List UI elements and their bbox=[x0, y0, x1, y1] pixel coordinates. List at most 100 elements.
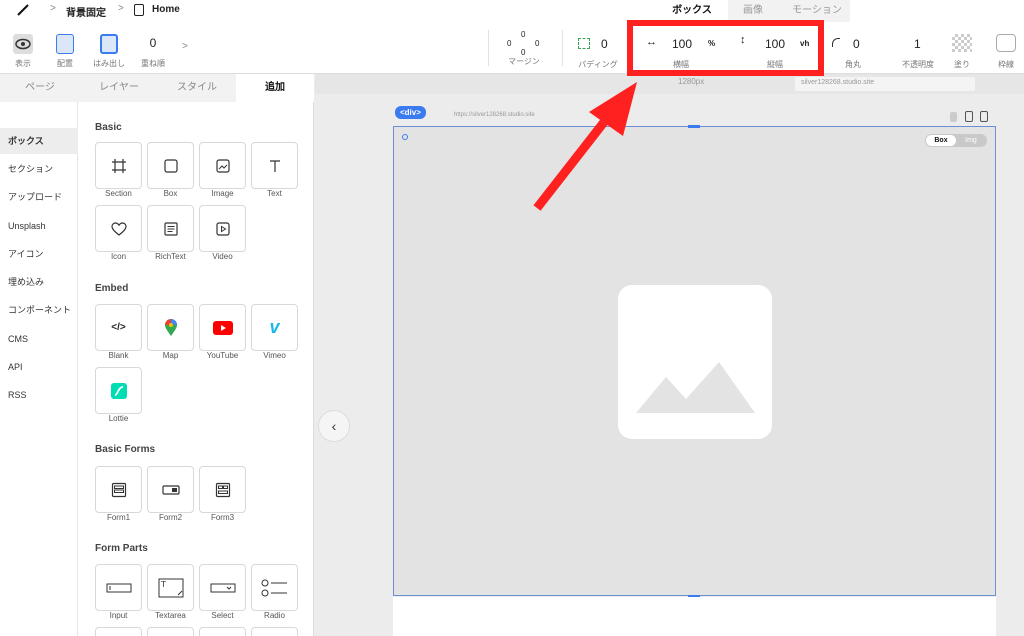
margin-right[interactable]: 0 bbox=[535, 39, 539, 48]
tab-image[interactable]: 画像 bbox=[728, 0, 778, 22]
section-title-form-parts: Form Parts bbox=[95, 543, 148, 554]
add-richtext[interactable]: RichText bbox=[147, 205, 194, 261]
tile-label: YouTube bbox=[206, 351, 239, 360]
category-section[interactable]: セクション bbox=[0, 156, 78, 182]
fill-swatch[interactable] bbox=[952, 34, 972, 52]
category-upload[interactable]: アップロード bbox=[0, 184, 78, 210]
form-icon bbox=[95, 466, 142, 513]
home-page-icon bbox=[134, 4, 144, 16]
add-box[interactable]: Box bbox=[147, 142, 194, 198]
tile-label: Blank bbox=[108, 351, 129, 360]
add-form3[interactable]: Form3 bbox=[199, 466, 246, 522]
section-title-embed: Embed bbox=[95, 283, 129, 294]
ruler-url: silver128268.studio.site bbox=[795, 77, 975, 91]
highlight-arrow bbox=[525, 78, 645, 218]
tab-motion[interactable]: モーション bbox=[778, 0, 856, 22]
zorder-control[interactable]: 0 重ね順 bbox=[138, 36, 168, 69]
category-api[interactable]: API bbox=[0, 354, 78, 380]
map-pin-icon bbox=[147, 304, 194, 351]
add-icon[interactable]: Icon bbox=[95, 205, 142, 261]
tile-label: Icon bbox=[110, 252, 127, 261]
youtube-icon bbox=[199, 304, 246, 351]
add-map[interactable]: Map bbox=[147, 304, 194, 360]
tab-box[interactable]: ボックス bbox=[656, 0, 728, 22]
category-box[interactable]: ボックス bbox=[0, 128, 78, 154]
border-swatch[interactable] bbox=[996, 34, 1016, 52]
category-component[interactable]: コンポーネント bbox=[0, 297, 78, 323]
placement-icon bbox=[56, 34, 74, 54]
add-form2[interactable]: Form2 bbox=[147, 466, 194, 522]
tab-page[interactable]: ページ bbox=[0, 74, 80, 102]
tile-label: Image bbox=[211, 189, 234, 198]
padding-label: パディング bbox=[578, 60, 618, 69]
fill-label: 塗り bbox=[954, 60, 970, 69]
chevron-left-icon: ‹ bbox=[331, 418, 337, 434]
canvas-ruler: 1280px silver128268.studio.site bbox=[315, 74, 1024, 94]
overflow-control[interactable]: はみ出し bbox=[92, 34, 126, 69]
zorder-label: 重ね順 bbox=[141, 59, 165, 68]
tile-label: Select bbox=[211, 611, 234, 620]
add-video[interactable]: Video bbox=[199, 205, 246, 261]
tab-add[interactable]: 追加 bbox=[236, 74, 314, 102]
mobile-preview-icon[interactable] bbox=[950, 112, 957, 122]
tile-label: Input bbox=[109, 611, 128, 620]
zorder-value[interactable]: 0 bbox=[138, 36, 168, 58]
pen-icon[interactable] bbox=[16, 3, 30, 17]
margin-top[interactable]: 0 bbox=[521, 30, 525, 39]
add-form1[interactable]: Form1 bbox=[95, 466, 142, 522]
radius-label: 角丸 bbox=[845, 60, 861, 69]
category-cms[interactable]: CMS bbox=[0, 326, 78, 352]
resize-handle-top[interactable] bbox=[688, 125, 700, 128]
page-area-below bbox=[393, 597, 996, 636]
add-select[interactable]: Select bbox=[199, 564, 246, 620]
code-icon: </> bbox=[95, 304, 142, 351]
category-embed[interactable]: 埋め込み bbox=[0, 269, 78, 295]
collapse-panel-button[interactable]: ‹ bbox=[318, 410, 350, 442]
breadcrumb-project[interactable]: 背景固定 bbox=[66, 4, 106, 19]
add-text[interactable]: Text bbox=[251, 142, 298, 198]
tab-style[interactable]: スタイル bbox=[158, 74, 236, 102]
placement-label: 配置 bbox=[57, 59, 73, 68]
tile-label: Textarea bbox=[155, 611, 186, 620]
tablet-preview-icon[interactable] bbox=[965, 111, 973, 122]
margin-left[interactable]: 0 bbox=[507, 39, 511, 48]
add-lottie[interactable]: Lottie bbox=[95, 367, 142, 423]
opacity-value[interactable]: 1 bbox=[914, 37, 921, 51]
display-control[interactable]: 表示 bbox=[8, 34, 38, 69]
video-icon bbox=[199, 205, 246, 252]
toggle-box[interactable]: Box bbox=[926, 135, 956, 146]
toggle-img[interactable]: Img bbox=[957, 135, 985, 146]
tile-label: Form1 bbox=[106, 513, 131, 522]
padding-value[interactable]: 0 bbox=[601, 37, 608, 51]
select-icon bbox=[199, 564, 246, 611]
add-blank[interactable]: </> Blank bbox=[95, 304, 142, 360]
box-img-toggle[interactable]: Box Img bbox=[925, 134, 987, 147]
tile-label: Lottie bbox=[108, 414, 129, 423]
add-image[interactable]: Image bbox=[199, 142, 246, 198]
add-radio[interactable]: Radio bbox=[251, 564, 298, 620]
add-vimeo[interactable]: v Vimeo bbox=[251, 304, 298, 360]
tab-layer[interactable]: レイヤー bbox=[80, 74, 158, 102]
ruler-width: 1280px bbox=[678, 77, 705, 86]
chevron-right-icon[interactable]: > bbox=[182, 41, 188, 52]
placement-control[interactable]: 配置 bbox=[50, 34, 80, 69]
element-tag-badge[interactable]: <div> bbox=[395, 106, 426, 119]
opacity-label: 不透明度 bbox=[902, 60, 934, 69]
margin-bottom[interactable]: 0 bbox=[521, 48, 525, 57]
category-rss[interactable]: RSS bbox=[0, 382, 78, 408]
add-textarea[interactable]: T Textarea bbox=[147, 564, 194, 620]
category-unsplash[interactable]: Unsplash bbox=[0, 213, 78, 239]
chevron-right-icon: > bbox=[50, 3, 56, 14]
add-youtube[interactable]: YouTube bbox=[199, 304, 246, 360]
add-input[interactable]: Input bbox=[95, 564, 142, 620]
tile-label: Map bbox=[162, 351, 179, 360]
margin-control[interactable]: 0 0 0 0 マージン bbox=[504, 30, 544, 67]
margin-label: マージン bbox=[508, 57, 540, 66]
desktop-preview-icon[interactable] bbox=[980, 111, 988, 122]
overflow-icon bbox=[100, 34, 118, 54]
category-icon[interactable]: アイコン bbox=[0, 241, 78, 267]
breadcrumb-page[interactable]: Home bbox=[152, 4, 180, 15]
add-section[interactable]: Section bbox=[95, 142, 142, 198]
radius-value[interactable]: 0 bbox=[853, 37, 860, 51]
section-title-basic-forms: Basic Forms bbox=[95, 444, 156, 455]
